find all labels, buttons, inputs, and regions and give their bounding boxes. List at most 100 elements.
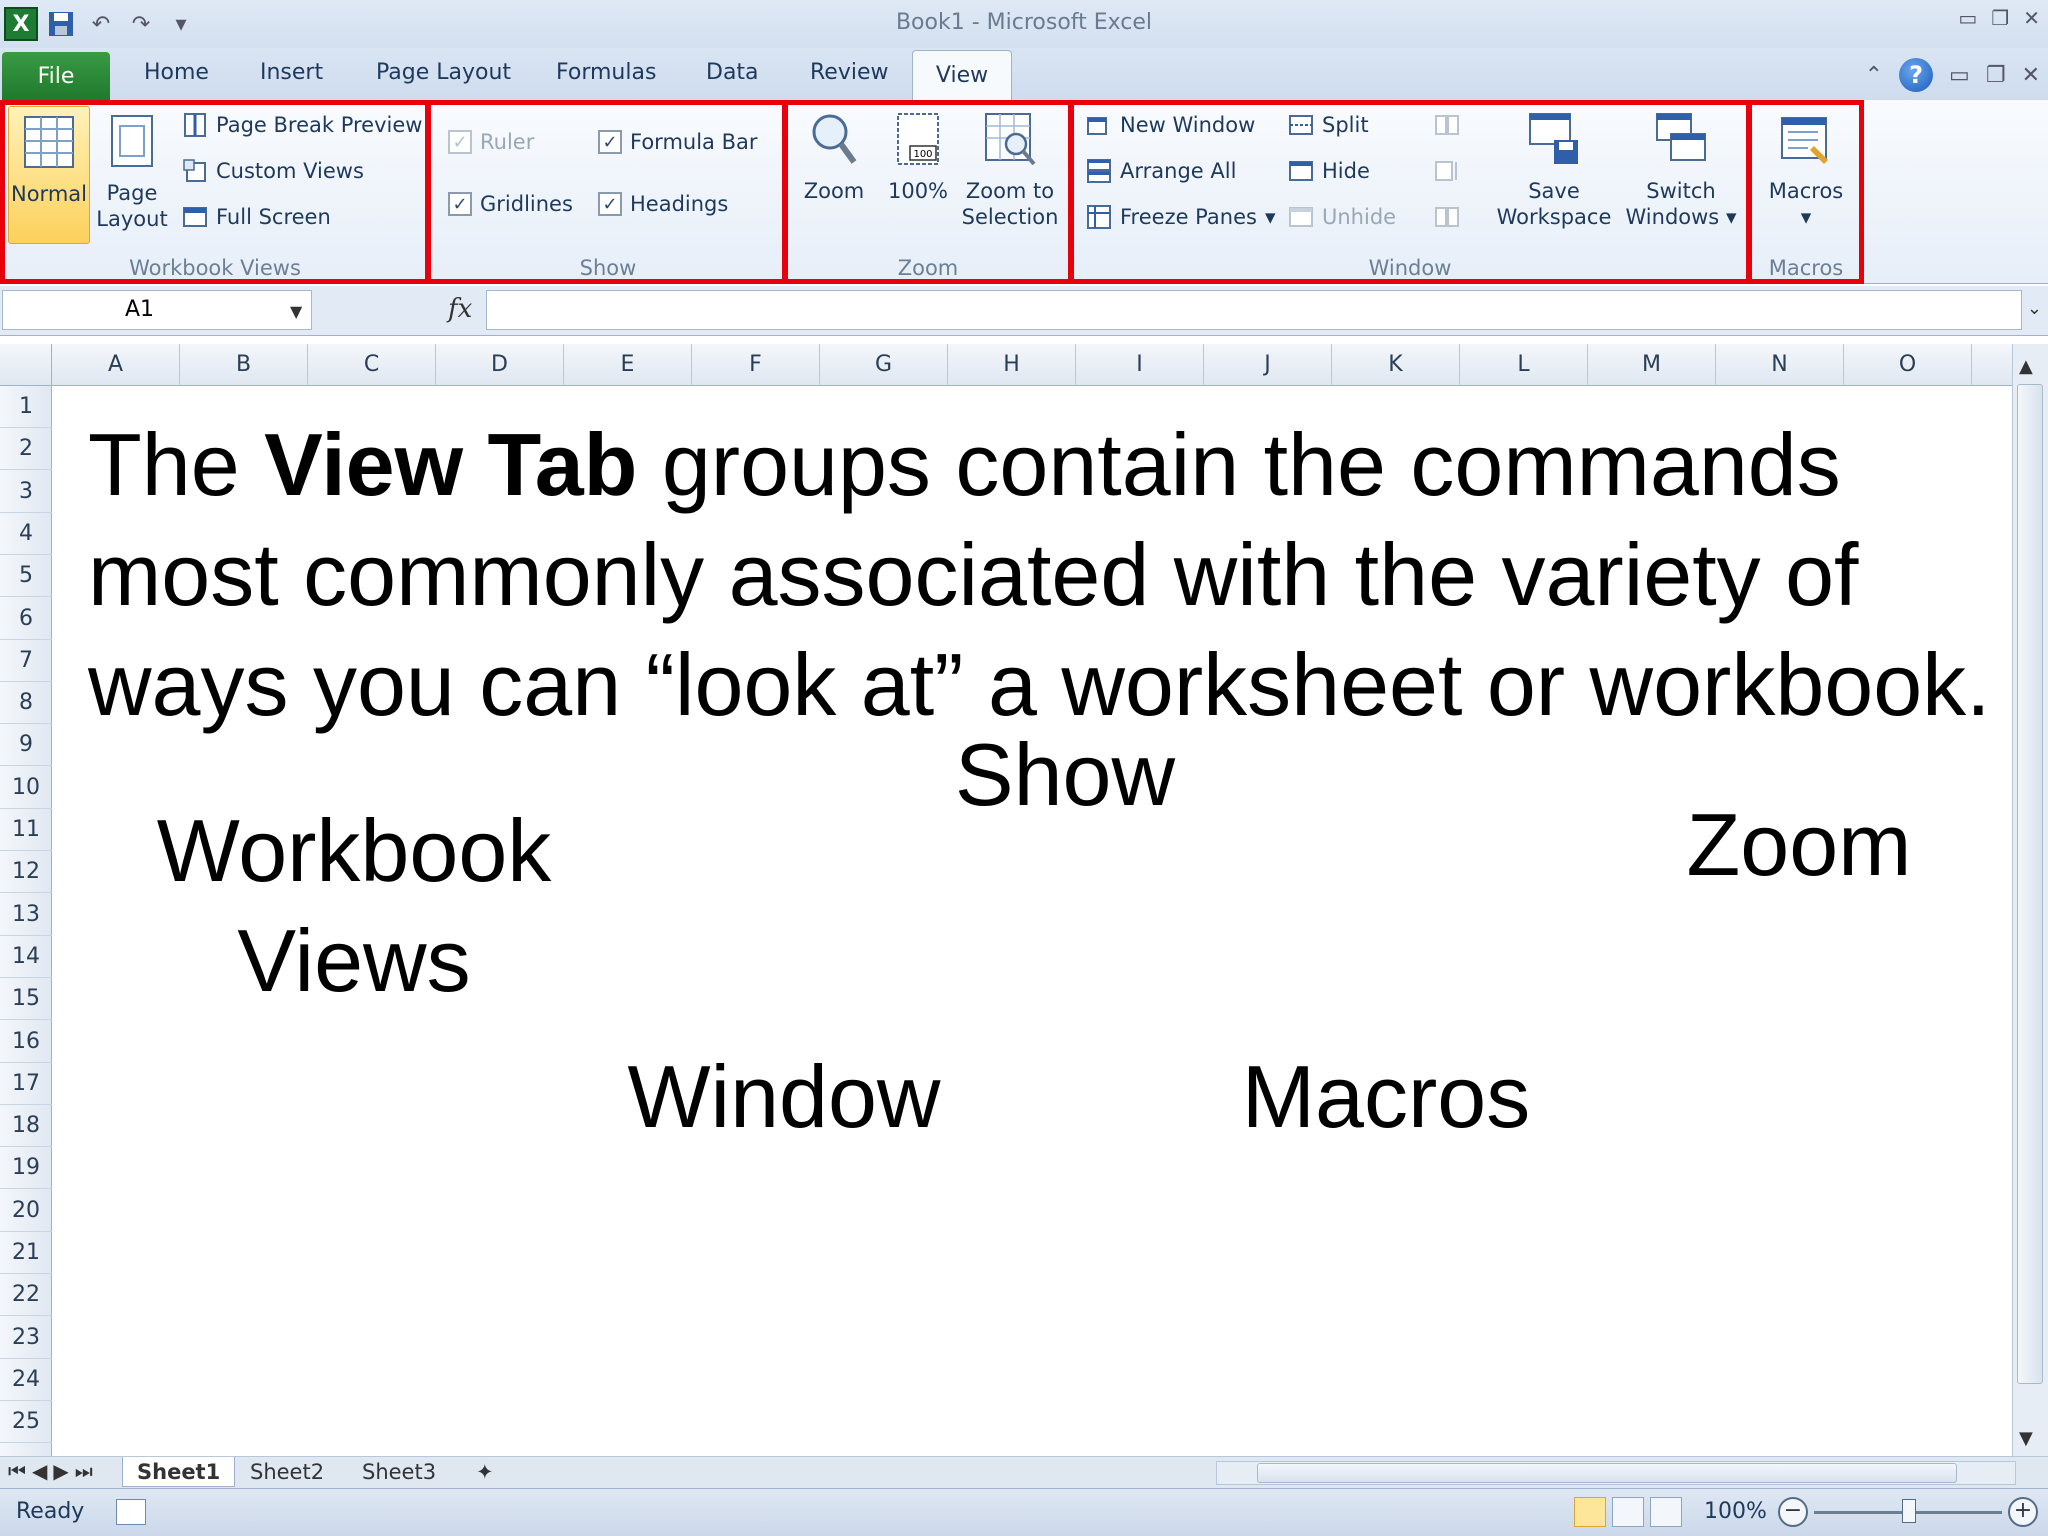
column-header[interactable]: M (1588, 344, 1716, 386)
column-header[interactable]: H (948, 344, 1076, 386)
tab-home[interactable]: Home (144, 60, 209, 85)
row-header[interactable]: 6 (0, 598, 52, 640)
row-header[interactable]: 5 (0, 555, 52, 598)
zoom-in-icon[interactable]: + (2008, 1497, 2038, 1527)
row-header[interactable]: 1 (0, 386, 52, 428)
sheet-tab-bar: ⏮◀▶⏭ Sheet1 Sheet2 Sheet3 ✦ (0, 1456, 2048, 1488)
column-header[interactable]: F (692, 344, 820, 386)
formula-input[interactable] (486, 290, 2022, 330)
zoom-level[interactable]: 100% (1704, 1499, 1767, 1524)
vertical-scroll-thumb[interactable] (2017, 384, 2043, 1384)
sheet-tab-sheet1[interactable]: Sheet1 (122, 1457, 236, 1487)
sheet-navigation-icons[interactable]: ⏮◀▶⏭ (8, 1459, 99, 1483)
intro-text-bold: View Tab (264, 415, 638, 514)
column-header[interactable]: D (436, 344, 564, 386)
zoom-slider-thumb[interactable] (1902, 1499, 1916, 1523)
restore-icon[interactable]: ❐ (1991, 6, 2009, 30)
slide-overlay-text: The View Tab groups contain the commands… (52, 386, 2012, 1456)
callout-macros: Macros (1241, 1047, 1531, 1146)
help-icon[interactable]: ? (1899, 58, 1934, 92)
scroll-down-icon[interactable]: ▼ (2019, 1428, 2033, 1449)
sheet-tab-sheet2[interactable]: Sheet2 (236, 1457, 338, 1487)
doc-restore-icon[interactable]: ❐ (1986, 63, 2006, 88)
row-header[interactable]: 20 (0, 1190, 52, 1232)
row-header[interactable]: 23 (0, 1317, 52, 1359)
worksheet-grid: ABCDEFGHIJKLMNO 1 2 3 4 5 6 7 8 9 10 11 12 13 14 15 16 1… (0, 344, 2012, 1456)
intro-text-pre: The (88, 415, 265, 514)
insert-sheet-icon[interactable]: ✦ (462, 1457, 508, 1487)
vertical-scrollbar[interactable]: ▲ ▼ (2012, 344, 2048, 1456)
tab-page-layout[interactable]: Page Layout (376, 60, 511, 85)
tab-formulas[interactable]: Formulas (556, 60, 656, 85)
ribbon: Normal Page Layout Page Break Preview Cu… (0, 100, 2048, 284)
page-layout-view-shortcut-icon[interactable] (1612, 1497, 1644, 1527)
highlight-box-zoom (782, 100, 1074, 284)
name-box[interactable]: A1 (2, 290, 312, 330)
tab-insert[interactable]: Insert (260, 60, 323, 85)
intro-paragraph: The View Tab groups contain the commands… (88, 410, 2008, 740)
row-header[interactable]: 17 (0, 1063, 52, 1105)
close-icon[interactable]: ✕ (2023, 6, 2040, 30)
minimize-icon[interactable]: ▭ (1958, 6, 1977, 30)
row-header[interactable]: 24 (0, 1359, 52, 1401)
column-header[interactable]: B (180, 344, 308, 386)
row-header[interactable]: 7 (0, 640, 52, 682)
row-header[interactable]: 14 (0, 936, 52, 978)
column-header[interactable]: L (1460, 344, 1588, 386)
expand-formula-bar-icon[interactable]: ⌄ (2027, 298, 2042, 319)
column-header[interactable]: C (308, 344, 436, 386)
select-all-corner[interactable] (0, 344, 52, 386)
row-header[interactable]: 2 (0, 428, 52, 471)
status-bar: Ready 100% − + (0, 1488, 2048, 1536)
row-header[interactable]: 15 (0, 978, 52, 1021)
row-header[interactable]: 13 (0, 894, 52, 936)
column-header[interactable]: A (52, 344, 180, 386)
column-headers: ABCDEFGHIJKLMNO (0, 344, 2012, 386)
row-header[interactable]: 22 (0, 1274, 52, 1317)
column-header[interactable]: J (1204, 344, 1332, 386)
scroll-up-icon[interactable]: ▲ (2019, 356, 2033, 377)
column-header[interactable]: I (1076, 344, 1204, 386)
row-header[interactable]: 21 (0, 1232, 52, 1274)
macro-recording-icon[interactable] (116, 1499, 146, 1525)
ribbon-tabs: File Home Insert Page Layout Formulas Da… (0, 48, 2048, 100)
tab-review[interactable]: Review (810, 60, 889, 85)
row-header[interactable]: 12 (0, 851, 52, 894)
column-header[interactable]: K (1332, 344, 1460, 386)
doc-minimize-icon[interactable]: ▭ (1949, 63, 1970, 88)
tab-data[interactable]: Data (706, 60, 759, 85)
row-header[interactable]: 4 (0, 513, 52, 555)
highlight-box-window (1068, 100, 1752, 284)
row-header[interactable]: 10 (0, 767, 52, 809)
row-header[interactable]: 3 (0, 471, 52, 513)
sheet-tab-sheet3[interactable]: Sheet3 (348, 1457, 450, 1487)
row-header[interactable]: 11 (0, 809, 52, 851)
column-header[interactable]: G (820, 344, 948, 386)
callout-workbook-views: Workbook Views (134, 796, 574, 1016)
horizontal-scroll-thumb[interactable] (1257, 1463, 1957, 1483)
row-header[interactable]: 16 (0, 1021, 52, 1063)
insert-function-icon[interactable]: fx (448, 294, 472, 324)
callout-zoom: Zoom (1686, 795, 1912, 894)
tab-file[interactable]: File (2, 52, 110, 100)
tab-view[interactable]: View (912, 50, 1012, 100)
doc-close-icon[interactable]: ✕ (2022, 63, 2040, 88)
row-header[interactable]: 8 (0, 682, 52, 725)
view-shortcuts (1574, 1497, 1682, 1527)
page-break-view-shortcut-icon[interactable] (1650, 1497, 1682, 1527)
row-header[interactable]: 18 (0, 1105, 52, 1148)
ribbon-right-controls: ⌃ ? ▭ ❐ ✕ (1865, 58, 2040, 92)
row-header[interactable]: 19 (0, 1147, 52, 1190)
column-header[interactable]: N (1716, 344, 1844, 386)
row-headers: 1 2 3 4 5 6 7 8 9 10 11 12 13 14 15 16 17 18 19 20 21 22 23 24 2… (0, 386, 52, 1456)
column-header[interactable]: O (1844, 344, 1972, 386)
row-header[interactable]: 25 (0, 1401, 52, 1444)
horizontal-scrollbar[interactable] (1216, 1461, 2016, 1485)
minimize-ribbon-icon[interactable]: ⌃ (1865, 63, 1883, 88)
name-box-dropdown-icon[interactable]: ▼ (290, 302, 302, 321)
row-header[interactable]: 9 (0, 724, 52, 767)
column-header[interactable]: E (564, 344, 692, 386)
highlight-box-macros (1746, 100, 1864, 284)
normal-view-shortcut-icon[interactable] (1574, 1497, 1606, 1527)
zoom-out-icon[interactable]: − (1778, 1497, 1808, 1527)
